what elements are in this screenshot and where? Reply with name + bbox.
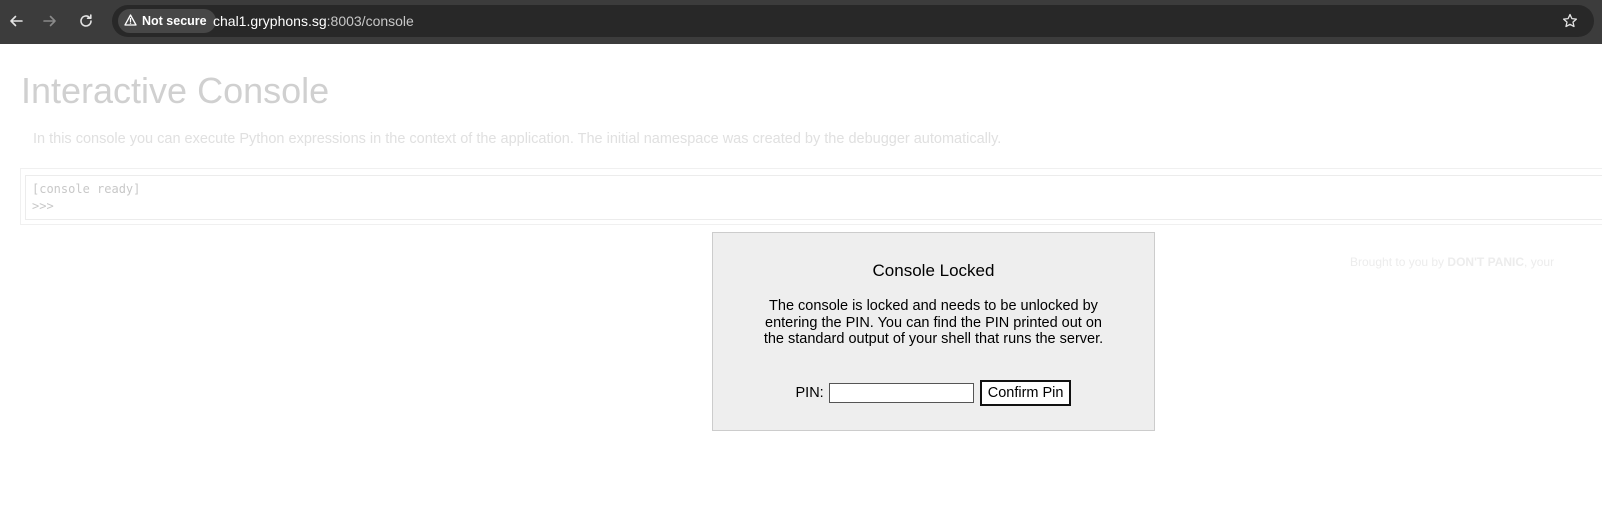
console-locked-dialog: Console Locked The console is locked and… — [712, 232, 1155, 431]
console-prompt: >>> — [32, 199, 54, 213]
footer-prefix: Brought to you by — [1350, 255, 1448, 269]
pin-label: PIN: — [795, 385, 824, 401]
url-path: :8003/console — [326, 13, 414, 29]
console-area[interactable] — [25, 175, 1602, 220]
footer-suffix: , your — [1524, 255, 1555, 269]
forward-arrow-icon[interactable] — [38, 9, 62, 33]
url-text[interactable]: chal1.gryphons.sg:8003/console — [213, 5, 414, 37]
warning-triangle-icon — [124, 13, 137, 29]
url-host: chal1.gryphons.sg — [213, 13, 327, 29]
console-ready-text: [console ready] — [32, 182, 141, 196]
dialog-message: The console is locked and needs to be un… — [763, 298, 1104, 347]
back-arrow-icon[interactable] — [4, 9, 28, 33]
dialog-title: Console Locked — [872, 261, 995, 280]
footer-note: Brought to you by DON'T PANIC, your — [1350, 255, 1554, 269]
confirm-pin-button[interactable]: Confirm Pin — [979, 380, 1072, 406]
footer-bold: DON'T PANIC — [1447, 255, 1525, 269]
pin-input[interactable] — [828, 383, 974, 403]
bookmark-star-icon[interactable] — [1560, 11, 1580, 31]
security-label: Not secure — [142, 14, 207, 28]
address-bar[interactable]: Not secure chal1.gryphons.sg:8003/consol… — [112, 5, 1594, 37]
browser-toolbar: Not secure chal1.gryphons.sg:8003/consol… — [0, 0, 1602, 44]
page-title: Interactive Console — [21, 70, 330, 111]
security-chip[interactable]: Not secure — [118, 9, 216, 33]
page-intro: In this console you can execute Python e… — [33, 131, 1002, 147]
pin-form: PIN: Confirm Pin — [713, 380, 1154, 406]
reload-icon[interactable] — [74, 9, 98, 33]
